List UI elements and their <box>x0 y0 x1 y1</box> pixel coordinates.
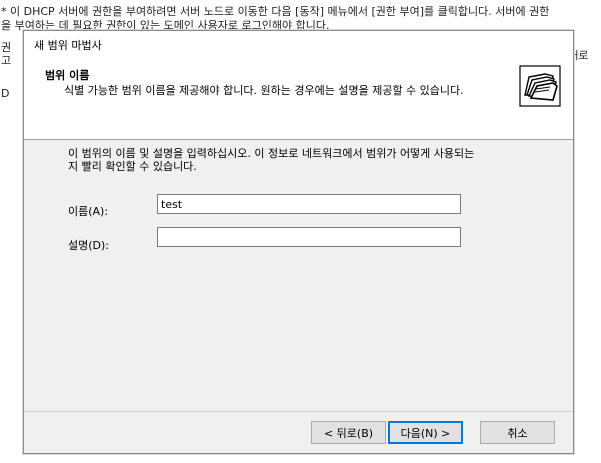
dialog-title: 새 범위 마법사 <box>34 39 102 52</box>
back-button[interactable]: < 뒤로(B) <box>311 421 386 444</box>
next-button[interactable]: 다음(N) > <box>388 421 463 444</box>
instruction-text: 이 범위의 이름 및 설명을 입력하십시오. 이 정보로 네트워크에서 범위가 … <box>68 147 508 173</box>
name-label: 이름(A): <box>68 205 109 218</box>
wizard-header-title: 범위 이름 <box>45 69 90 82</box>
background-instruction-line-1: * 이 DHCP 서버에 권한을 부여하려면 서버 노드로 이동한 다음 [동작… <box>1 5 550 18</box>
new-scope-wizard-dialog: 새 범위 마법사 범위 이름 식별 가능한 범위 이름을 제공해야 합니다. 원… <box>23 30 574 454</box>
name-input[interactable] <box>157 194 461 214</box>
instruction-line-2: 지 빨리 확인할 수 있습니다. <box>68 160 197 173</box>
background-fragment-left-3: D <box>1 87 10 100</box>
background-fragment-left-1: 권 <box>1 41 12 54</box>
wizard-header-subtitle: 식별 가능한 범위 이름을 제공해야 합니다. 원하는 경우에는 설명을 제공할… <box>64 84 464 97</box>
dialog-titlebar[interactable]: 새 범위 마법사 <box>24 31 573 57</box>
description-label: 설명(D): <box>68 239 109 252</box>
wizard-footer: < 뒤로(B) 다음(N) > 취소 <box>24 411 573 453</box>
background-fragment-left-2: 고 <box>1 54 12 67</box>
cancel-button[interactable]: 취소 <box>480 421 555 444</box>
wizard-header: 범위 이름 식별 가능한 범위 이름을 제공해야 합니다. 원하는 경우에는 설… <box>24 57 573 140</box>
instruction-line-1: 이 범위의 이름 및 설명을 입력하십시오. 이 정보로 네트워크에서 범위가 … <box>68 147 475 160</box>
folder-wizard-icon <box>519 65 561 107</box>
wizard-content: 이 범위의 이름 및 설명을 입력하십시오. 이 정보로 네트워크에서 범위가 … <box>24 140 573 411</box>
description-input[interactable] <box>157 227 461 247</box>
